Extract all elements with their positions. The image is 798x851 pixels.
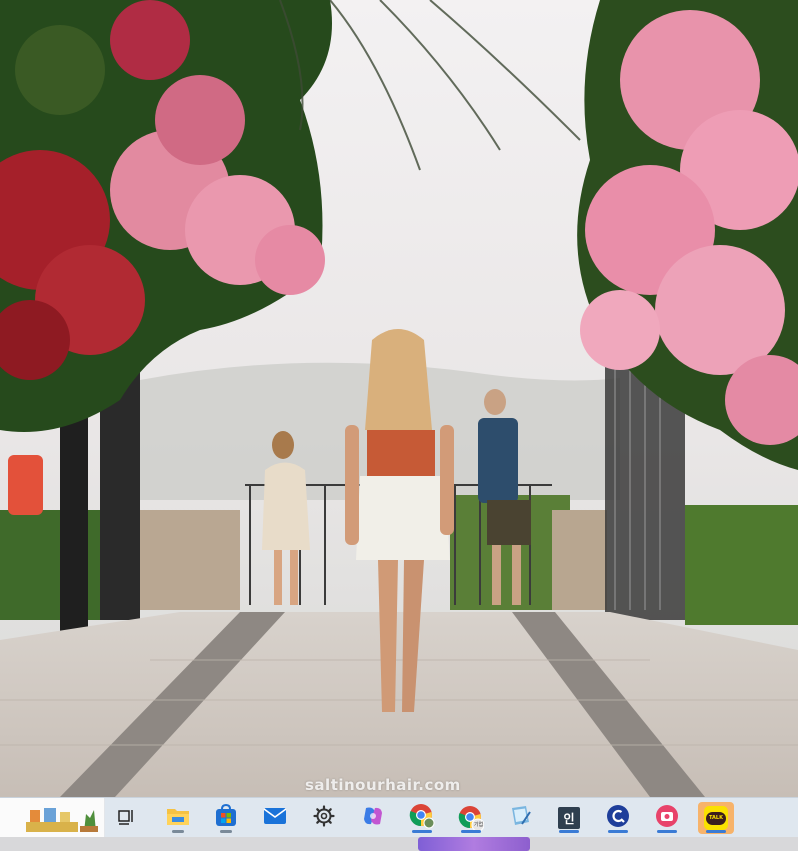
taskbar-camera-app[interactable] <box>649 802 685 834</box>
magnifier-c-icon <box>606 804 630 832</box>
store-icon <box>214 803 238 832</box>
kakaotalk-label: TALK <box>709 815 723 821</box>
weather-news-widget-icon <box>24 804 102 834</box>
korean-glyph-icon: 인 <box>558 807 580 829</box>
mail-icon <box>263 806 287 830</box>
chrome-icon: 기업 <box>458 805 485 832</box>
window-edge-fragment <box>418 837 530 851</box>
gear-icon <box>313 805 335 831</box>
taskbar-kakaotalk[interactable]: TALK <box>698 802 734 834</box>
profile-badge: 기업 <box>473 822 484 828</box>
taskbar: 기업 인 TALK <box>0 797 798 838</box>
taskbar-notepad[interactable] <box>502 802 538 834</box>
folder-icon <box>166 805 190 831</box>
korean-glyph: 인 <box>563 811 575 826</box>
kakaotalk-icon: TALK <box>704 806 728 830</box>
taskbar-chrome-profile-2[interactable]: 기업 <box>453 802 489 834</box>
taskbar-korean-app[interactable]: 인 <box>551 802 587 834</box>
screen-edge-strip <box>0 837 798 851</box>
taskbar-search-app[interactable] <box>600 802 636 834</box>
taskbar-settings[interactable] <box>306 802 342 834</box>
taskbar-copilot[interactable] <box>355 802 391 834</box>
copilot-icon <box>361 804 385 832</box>
notepad-icon <box>508 804 532 832</box>
desktop-wallpaper <box>0 0 798 797</box>
taskbar-mail[interactable] <box>257 802 293 834</box>
task-view-button[interactable] <box>108 802 144 834</box>
taskbar-chrome-profile-1[interactable] <box>404 802 440 834</box>
task-view-icon <box>116 806 136 830</box>
widgets-button[interactable] <box>0 798 105 838</box>
desktop: saltinourhair.com 기업 인 TALK <box>0 0 798 851</box>
wallpaper-watermark: saltinourhair.com <box>305 776 461 794</box>
camera-icon <box>655 804 679 832</box>
taskbar-file-explorer[interactable] <box>160 802 196 834</box>
kakaotalk-bubble: TALK <box>706 811 726 825</box>
taskbar-microsoft-store[interactable] <box>208 802 244 834</box>
chrome-icon <box>409 803 435 833</box>
